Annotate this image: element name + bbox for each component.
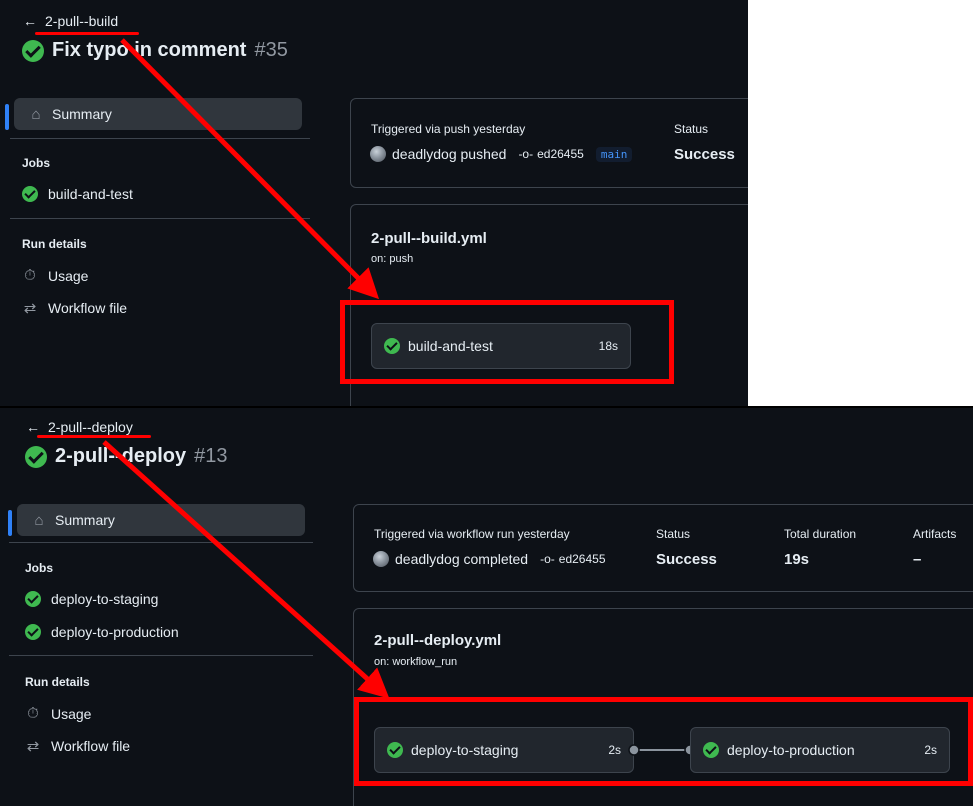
annotation-arrows bbox=[102, 38, 390, 699]
